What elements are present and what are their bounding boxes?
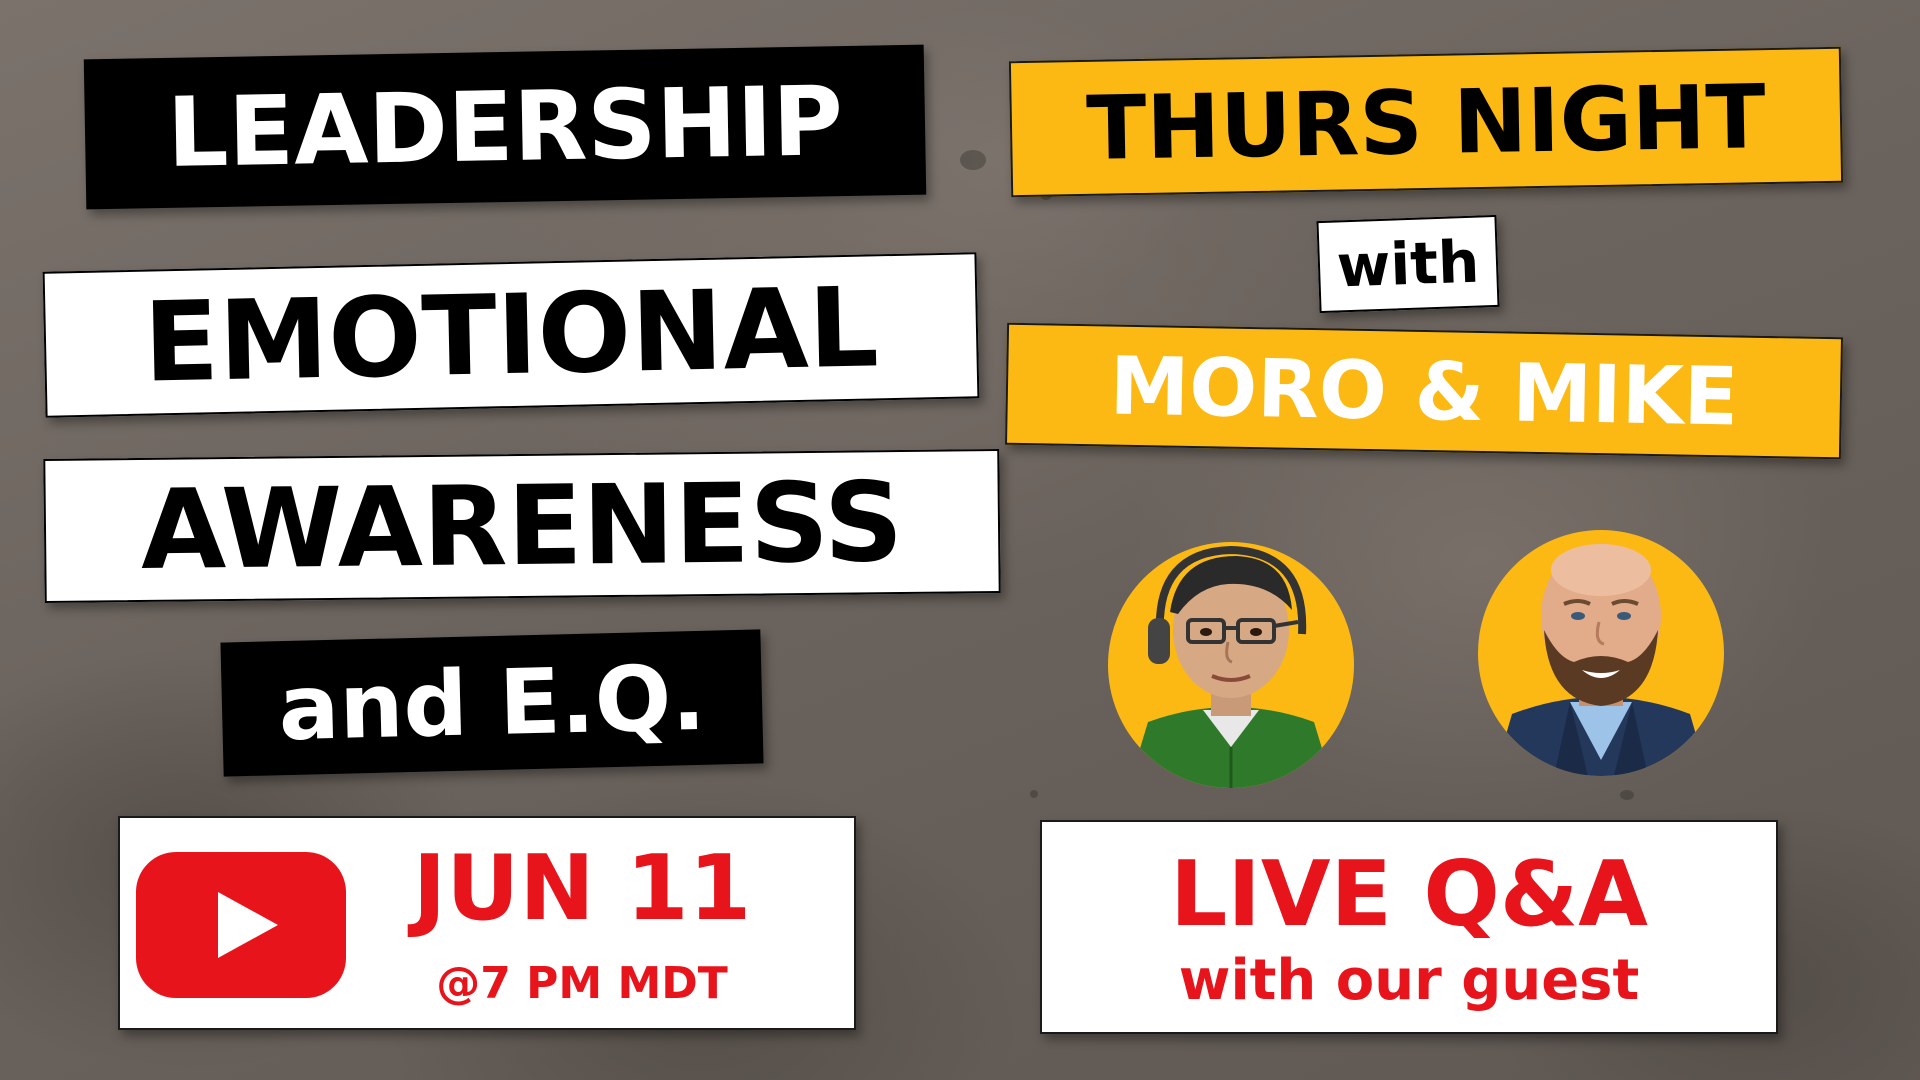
host-avatar-moro (1108, 542, 1354, 788)
host-illustration-moro (1128, 545, 1334, 788)
qa-subline: with our guest (1178, 948, 1640, 1013)
awareness-text: AWARENESS (140, 458, 904, 594)
thurs-night-text: THURS NIGHT (1085, 64, 1767, 180)
thurs-night-banner: THURS NIGHT (1008, 46, 1844, 198)
leadership-banner: LEADERSHIP (83, 44, 927, 210)
and-eq-text: and E.Q. (277, 645, 707, 761)
date-panel: JUN 11 @7 PM MDT (118, 816, 856, 1030)
event-time: @7 PM MDT (436, 958, 728, 1009)
emotional-banner: EMOTIONAL (42, 252, 980, 418)
qa-headline: LIVE Q&A (1170, 842, 1648, 947)
youtube-play-icon (136, 852, 346, 998)
with-text: with (1335, 227, 1481, 301)
host-illustration-mike (1494, 544, 1708, 776)
qa-panel: LIVE Q&A with our guest (1040, 820, 1778, 1034)
emotional-text: EMOTIONAL (142, 263, 880, 407)
event-date: JUN 11 (412, 836, 752, 941)
awareness-banner: AWARENESS (43, 448, 1001, 604)
texture-speck (1030, 790, 1038, 798)
leadership-text: LEADERSHIP (166, 65, 844, 189)
with-tag: with (1316, 214, 1500, 314)
hosts-text: MORO & MIKE (1108, 339, 1740, 443)
texture-speck (1620, 790, 1634, 800)
and-eq-banner: and E.Q. (220, 629, 764, 777)
hosts-banner: MORO & MIKE (1004, 322, 1844, 460)
texture-speck (960, 150, 986, 170)
host-avatar-mike (1478, 530, 1724, 776)
